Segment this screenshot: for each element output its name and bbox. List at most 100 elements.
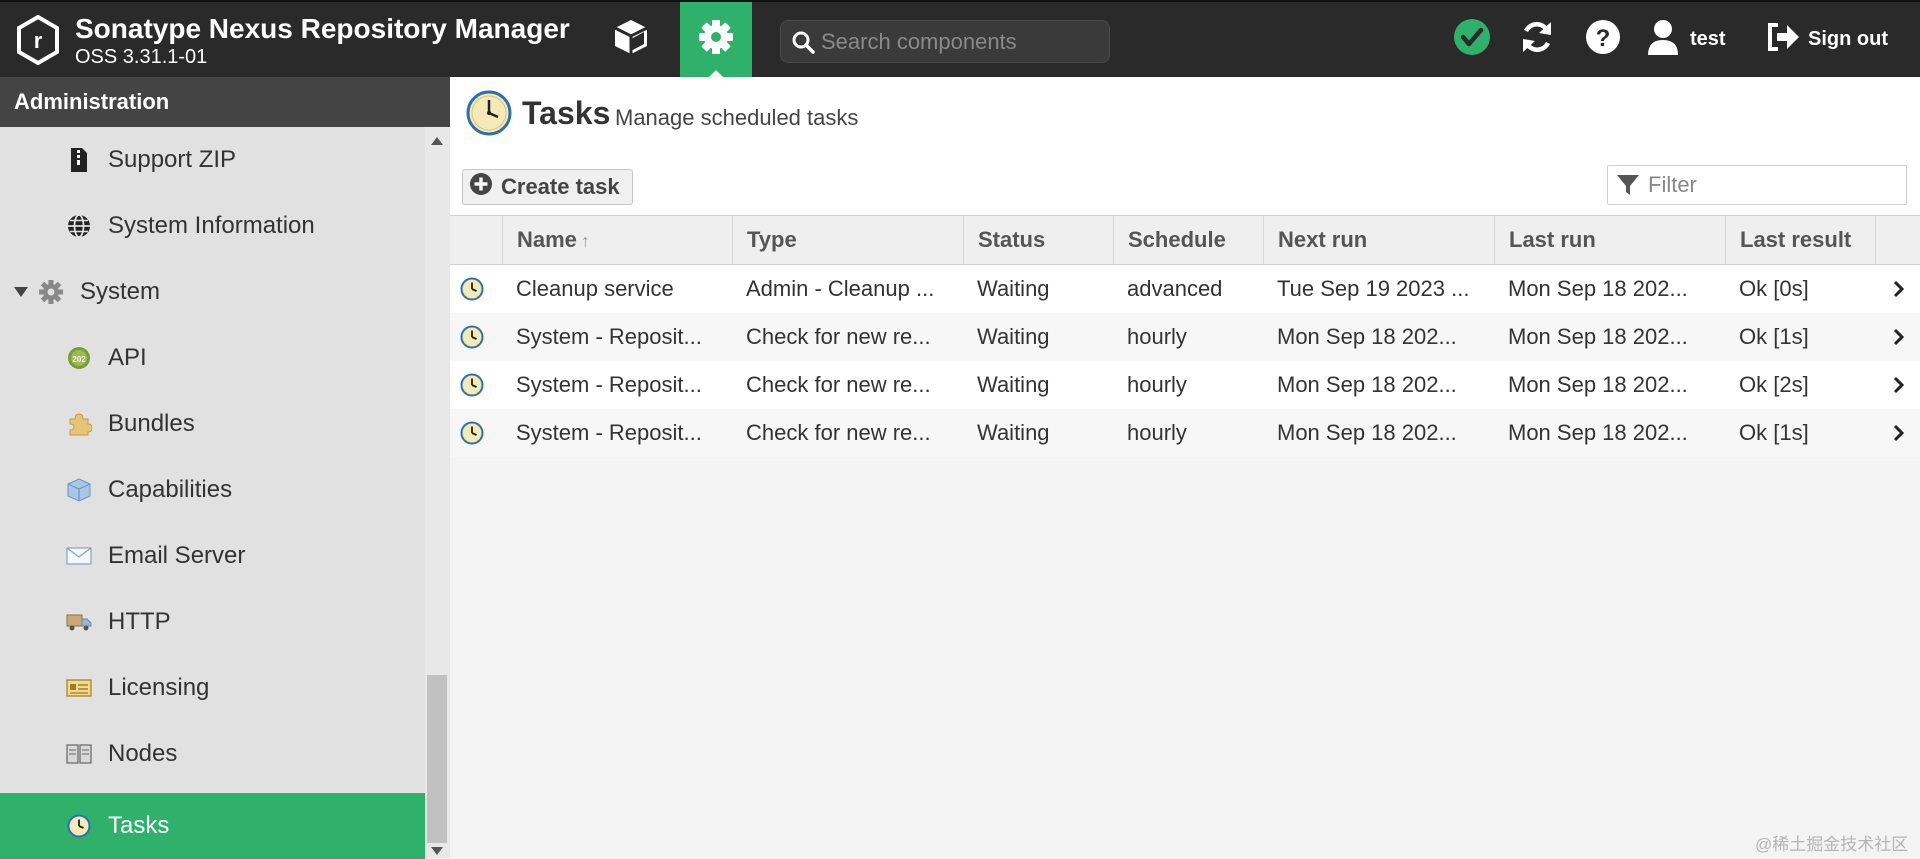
chevron-right-icon[interactable] bbox=[1892, 375, 1906, 400]
sidebar-item-label: Support ZIP bbox=[108, 146, 237, 173]
cell-schedule: hourly bbox=[1127, 324, 1187, 349]
sidebar-item-http[interactable]: HTTP bbox=[0, 590, 425, 654]
search-icon bbox=[791, 28, 815, 56]
cell-last-run: Mon Sep 18 202... bbox=[1508, 420, 1688, 445]
cell-name: System - Reposit... bbox=[516, 324, 702, 349]
scroll-up-icon[interactable] bbox=[431, 137, 443, 145]
user-name: test bbox=[1690, 28, 1726, 50]
system-status-button[interactable] bbox=[1447, 2, 1497, 77]
puzzle-icon bbox=[66, 411, 92, 437]
gear-icon bbox=[38, 279, 64, 305]
sidebar-item-system-information[interactable]: System Information bbox=[0, 194, 425, 258]
admin-sidebar: Administration Support ZIP System Inform… bbox=[0, 77, 450, 859]
cell-status: Waiting bbox=[977, 372, 1050, 397]
box-icon bbox=[66, 477, 92, 503]
page-subtitle: Manage scheduled tasks bbox=[615, 105, 859, 130]
nexus-logo-icon[interactable]: r bbox=[16, 14, 60, 66]
sidebar-item-label: API bbox=[108, 344, 147, 371]
chevron-right-icon[interactable] bbox=[1892, 279, 1906, 304]
cell-type: Check for new re... bbox=[746, 324, 931, 349]
table-row[interactable]: System - Reposit... Check for new re... … bbox=[450, 313, 1920, 361]
sidebar-item-label: System bbox=[80, 278, 161, 305]
cell-next-run: Mon Sep 18 202... bbox=[1277, 420, 1457, 445]
chevron-right-icon[interactable] bbox=[1892, 423, 1906, 448]
svg-text:202: 202 bbox=[72, 355, 86, 364]
sidebar-item-nodes[interactable]: Nodes bbox=[0, 722, 425, 786]
sidebar-item-capabilities[interactable]: Capabilities bbox=[0, 458, 425, 522]
column-header-schedule[interactable]: Schedule bbox=[1113, 216, 1263, 264]
column-header-type[interactable]: Type bbox=[732, 216, 963, 264]
filter-field[interactable] bbox=[1607, 165, 1920, 205]
cube-icon bbox=[611, 17, 651, 62]
tasks-grid: Name ↑ Type Status Schedule Next run Last… bbox=[450, 215, 1920, 457]
cell-schedule: hourly bbox=[1127, 420, 1187, 445]
cell-schedule: hourly bbox=[1127, 372, 1187, 397]
cell-name: System - Reposit... bbox=[516, 372, 702, 397]
table-row[interactable]: Cleanup service Admin - Cleanup ... Wait… bbox=[450, 265, 1920, 313]
refresh-icon bbox=[1518, 18, 1556, 61]
sign-out-icon bbox=[1766, 22, 1800, 58]
filter-icon bbox=[1616, 172, 1640, 198]
sidebar-item-system[interactable]: System bbox=[0, 260, 425, 324]
sidebar-item-label: Capabilities bbox=[108, 476, 233, 503]
sidebar-item-bundles[interactable]: Bundles bbox=[0, 392, 425, 456]
sidebar-item-support-zip[interactable]: Support ZIP bbox=[0, 128, 425, 192]
gear-icon bbox=[697, 18, 735, 61]
watermark: @稀土掘金技术社区 bbox=[1755, 835, 1909, 854]
administration-button[interactable] bbox=[680, 2, 752, 78]
table-row[interactable]: System - Reposit... Check for new re... … bbox=[450, 361, 1920, 409]
clock-icon bbox=[66, 813, 92, 839]
cell-last-result: Ok [1s] bbox=[1739, 324, 1809, 349]
search-input[interactable] bbox=[815, 28, 1109, 55]
sidebar-scrollbar[interactable] bbox=[425, 127, 450, 858]
plus-circle-icon bbox=[469, 172, 493, 202]
create-task-button[interactable]: Create task bbox=[462, 169, 633, 205]
sidebar-item-label: HTTP bbox=[108, 608, 171, 635]
cell-status: Waiting bbox=[977, 420, 1050, 445]
cell-type: Check for new re... bbox=[746, 372, 931, 397]
sidebar-item-label: Tasks bbox=[108, 812, 170, 839]
column-header-next-run[interactable]: Next run bbox=[1263, 216, 1494, 264]
nodes-icon bbox=[66, 741, 92, 767]
chevron-right-icon[interactable] bbox=[1892, 327, 1906, 352]
scroll-down-icon[interactable] bbox=[431, 847, 443, 855]
user-button[interactable]: test bbox=[1646, 2, 1736, 77]
main-content: Tasks Manage scheduled tasks Create task… bbox=[450, 77, 1920, 858]
refresh-button[interactable] bbox=[1512, 2, 1562, 77]
expand-arrow-icon[interactable] bbox=[14, 287, 28, 297]
filter-input[interactable] bbox=[1640, 172, 1920, 198]
sidebar-item-label: Licensing bbox=[108, 674, 210, 701]
cell-next-run: Tue Sep 19 2023 ... bbox=[1277, 276, 1470, 301]
truck-icon bbox=[66, 609, 92, 635]
sidebar-title: Administration bbox=[0, 77, 450, 127]
column-header-name[interactable]: Name ↑ bbox=[502, 216, 732, 264]
cell-last-result: Ok [0s] bbox=[1739, 276, 1809, 301]
cell-status: Waiting bbox=[977, 276, 1050, 301]
cell-last-result: Ok [2s] bbox=[1739, 372, 1809, 397]
task-clock-icon bbox=[460, 325, 484, 354]
cell-last-result: Ok [1s] bbox=[1739, 420, 1809, 445]
sidebar-item-label: System Information bbox=[108, 212, 315, 239]
scrollbar-thumb[interactable] bbox=[427, 675, 447, 843]
cell-type: Check for new re... bbox=[746, 420, 931, 445]
license-icon bbox=[66, 675, 92, 701]
column-header-last-run[interactable]: Last run bbox=[1494, 216, 1725, 264]
search-components[interactable] bbox=[780, 20, 1110, 63]
page-header: Tasks Manage scheduled tasks bbox=[450, 77, 1920, 157]
table-row[interactable]: System - Reposit... Check for new re... … bbox=[450, 409, 1920, 457]
column-header-last-result[interactable]: Last result bbox=[1725, 216, 1875, 264]
cell-schedule: advanced bbox=[1127, 276, 1223, 301]
task-clock-icon bbox=[460, 421, 484, 450]
sidebar-item-licensing[interactable]: Licensing bbox=[0, 656, 425, 720]
sidebar-item-email-server[interactable]: Email Server bbox=[0, 524, 425, 588]
sidebar-item-api[interactable]: 202 API bbox=[0, 326, 425, 390]
browse-button[interactable] bbox=[596, 2, 666, 77]
sign-out-button[interactable]: Sign out bbox=[1766, 2, 1911, 77]
help-button[interactable]: ? bbox=[1578, 2, 1628, 77]
sidebar-item-tasks[interactable]: Tasks bbox=[0, 793, 425, 859]
column-header-actions bbox=[1875, 216, 1920, 264]
column-header-status[interactable]: Status bbox=[963, 216, 1113, 264]
tasks-clock-icon bbox=[466, 90, 512, 141]
app-version: OSS 3.31.1-01 bbox=[75, 46, 208, 68]
task-clock-icon bbox=[460, 373, 484, 402]
